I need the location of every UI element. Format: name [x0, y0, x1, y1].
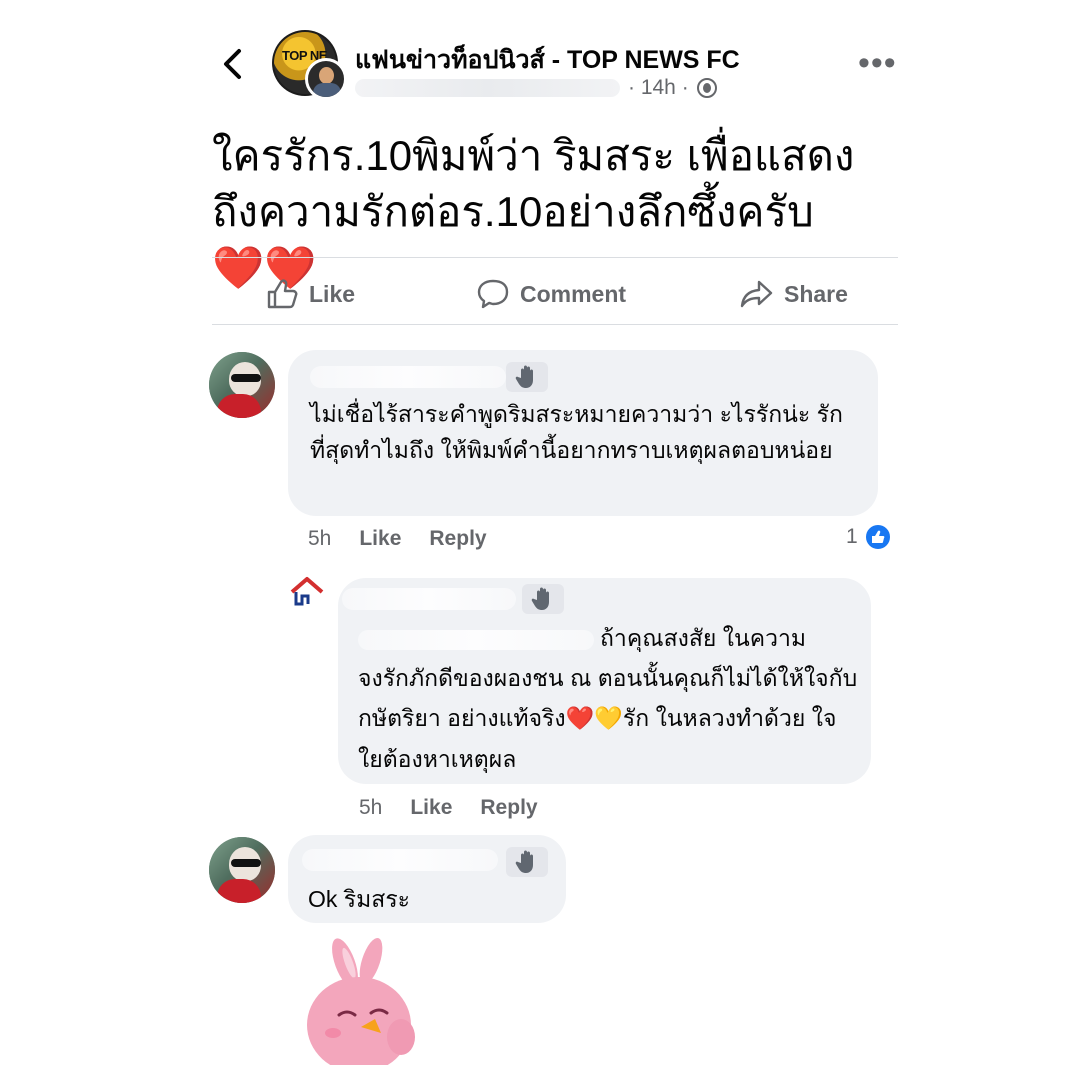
wave-hand-icon — [515, 850, 533, 873]
wave-hand-icon — [515, 365, 533, 388]
comment-label: Comment — [520, 280, 627, 307]
chevron-left-icon — [224, 49, 241, 79]
reply-text-first-line: ถ้าคุณสงสัย ในความ — [600, 625, 807, 651]
comment-button[interactable]: Comment — [476, 274, 626, 314]
more-options-button[interactable]: ••• — [858, 46, 897, 80]
reaction-count[interactable]: 1 — [846, 523, 892, 551]
blurred-author — [355, 79, 620, 97]
comment-bubble-icon — [477, 279, 509, 309]
reply-reply-button[interactable]: Reply — [480, 796, 537, 820]
page-name[interactable]: แฟนข่าวท็อปนิวส์ - TOP NEWS FC — [355, 40, 740, 80]
like-button[interactable]: Like — [265, 274, 355, 314]
back-button[interactable] — [212, 44, 252, 84]
reply-meta: 5h Like Reply — [359, 796, 538, 820]
reply-time: 5h — [359, 796, 383, 819]
share-label: Share — [784, 280, 848, 307]
like-label: Like — [309, 280, 356, 307]
wave-badge — [522, 584, 564, 614]
reply-like-button[interactable]: Like — [410, 796, 452, 820]
divider-bottom — [212, 324, 898, 325]
comment-text: Ok ริมสระ — [308, 886, 411, 912]
reply-text: ถ้าคุณสงสัย ในความ จงรักภักดีของผองชน ณ … — [358, 618, 863, 779]
wave-badge — [506, 847, 548, 877]
pink-bird-sticker — [307, 938, 415, 1065]
wave-hand-icon — [531, 587, 549, 610]
commenter-avatar[interactable] — [209, 837, 275, 903]
globe-icon — [696, 78, 717, 98]
comment-time: 5h — [308, 527, 332, 550]
house-logo-icon — [290, 577, 324, 606]
comment-meta: 5h Like Reply — [308, 527, 487, 551]
share-button[interactable]: Share — [740, 274, 848, 314]
comment-bubble: Ok ริมสระ — [288, 835, 566, 923]
post-text: ใครรักร.10พิมพ์ว่า ริมสระ เพื่อแสดงถึงคว… — [212, 128, 892, 296]
reply-avatar[interactable] — [288, 576, 326, 614]
share-arrow-icon — [740, 280, 773, 308]
comment-text: ไม่เชื่อไร้สาระคำพูดริมสระหมายความว่า ะไ… — [310, 401, 843, 463]
post-meta: · 14h · — [355, 76, 717, 100]
comment-like-button[interactable]: Like — [359, 527, 401, 551]
divider-top — [212, 257, 898, 258]
reaction-number: 1 — [846, 525, 858, 548]
blurred-reply-name[interactable] — [342, 588, 516, 610]
reply-emoji: ❤️💛 — [565, 706, 623, 732]
blurred-commenter-name[interactable] — [302, 849, 498, 871]
post-body: ใครรักร.10พิมพ์ว่า ริมสระ เพื่อแสดงถึงคว… — [212, 132, 855, 235]
blurred-mention[interactable] — [358, 629, 594, 650]
user-avatar-badge — [305, 58, 347, 100]
reply-bubble: ถ้าคุณสงสัย ในความ จงรักภักดีของผองชน ณ … — [338, 578, 871, 784]
comment-reply-button[interactable]: Reply — [429, 527, 486, 551]
blurred-commenter-name[interactable] — [310, 366, 506, 388]
wave-badge — [506, 362, 548, 392]
post-time: · 14h · — [628, 76, 689, 99]
like-reaction-icon — [863, 523, 892, 551]
thumbs-up-icon — [267, 279, 298, 309]
commenter-avatar[interactable] — [209, 352, 275, 418]
comment-bubble: ไม่เชื่อไร้สาระคำพูดริมสระหมายความว่า ะไ… — [288, 350, 878, 516]
